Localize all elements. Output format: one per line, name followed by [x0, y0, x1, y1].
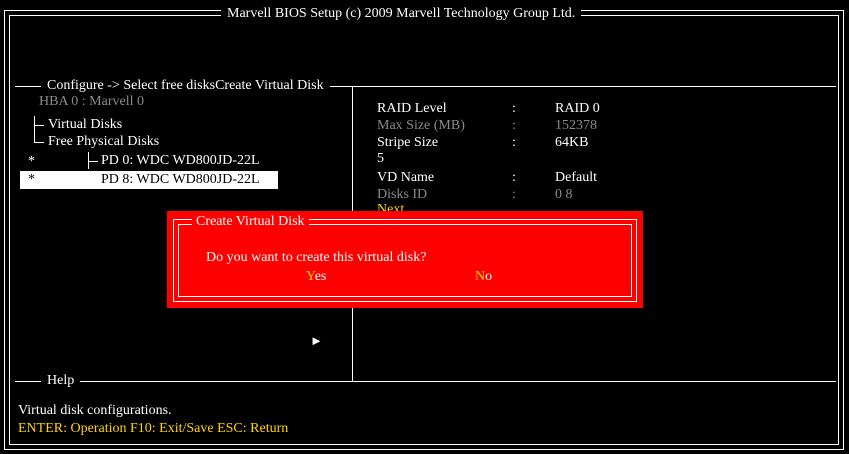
- tree-virtual-disks[interactable]: Virtual Disks: [48, 117, 122, 133]
- tree-free-physical-disks[interactable]: Free Physical Disks: [48, 134, 159, 150]
- raid-level-colon: :: [512, 101, 516, 116]
- tree-hba[interactable]: HBA 0 : Marvell 0: [39, 94, 144, 110]
- disk-1-marker: *: [28, 172, 35, 187]
- disk-0-marker: *: [28, 154, 35, 169]
- no-button[interactable]: No: [475, 269, 492, 285]
- create-virtual-disk-dialog: Create Virtual Disk Do you want to creat…: [167, 211, 643, 308]
- disk-0-item[interactable]: PD 0: WDC WD800JD-22L: [101, 153, 260, 169]
- stripe-size-value[interactable]: 64KB: [555, 135, 588, 151]
- vd-name-label[interactable]: VD Name: [377, 170, 434, 186]
- help-keys: ENTER: Operation F10: Exit/Save ESC: Ret…: [18, 421, 289, 436]
- stripe-size-label[interactable]: Stripe Size: [377, 135, 438, 151]
- yes-button[interactable]: Yes: [306, 269, 326, 285]
- right-arrow-icon: ►: [310, 333, 323, 348]
- tree-branch-pd0-h: [88, 161, 98, 162]
- no-label: o: [485, 269, 493, 284]
- max-size-label: Max Size (MB): [377, 118, 465, 133]
- raid-level-value[interactable]: RAID 0: [555, 101, 600, 117]
- raid-level-label[interactable]: RAID Level: [377, 101, 447, 117]
- dialog-message: Do you want to create this virtual disk?: [206, 250, 427, 265]
- dialog-title: Create Virtual Disk: [192, 214, 309, 230]
- help-title: Help: [41, 373, 81, 389]
- tree-branch-vd-h: [34, 125, 44, 126]
- disks-id-colon: :: [512, 187, 516, 202]
- no-hotkey: N: [475, 269, 486, 284]
- disks-id-value: 0 8: [555, 187, 573, 202]
- disk-1-item: PD 8: WDC WD800JD-22L: [101, 172, 260, 187]
- window-title: Marvell BIOS Setup (c) 2009 Marvell Tech…: [221, 6, 582, 22]
- yes-label: es: [314, 269, 327, 284]
- max-size-value: 152378: [555, 118, 597, 133]
- stripe-extra: 5: [377, 151, 384, 166]
- vd-name-value[interactable]: Default: [555, 170, 597, 186]
- yes-hotkey: Y: [306, 269, 315, 284]
- max-size-colon: :: [512, 118, 516, 133]
- vd-name-colon: :: [512, 170, 516, 185]
- tree-branch-fpd-h: [34, 142, 44, 143]
- disk-1-highlight[interactable]: * PD 8: WDC WD800JD-22L: [20, 171, 278, 189]
- help-top-line: [15, 381, 836, 382]
- disks-id-label: Disks ID: [377, 187, 428, 202]
- help-text: Virtual disk configurations.: [18, 403, 172, 418]
- config-title: Configure -> Select free disksCreate Vir…: [41, 78, 330, 94]
- stripe-size-colon: :: [512, 135, 516, 150]
